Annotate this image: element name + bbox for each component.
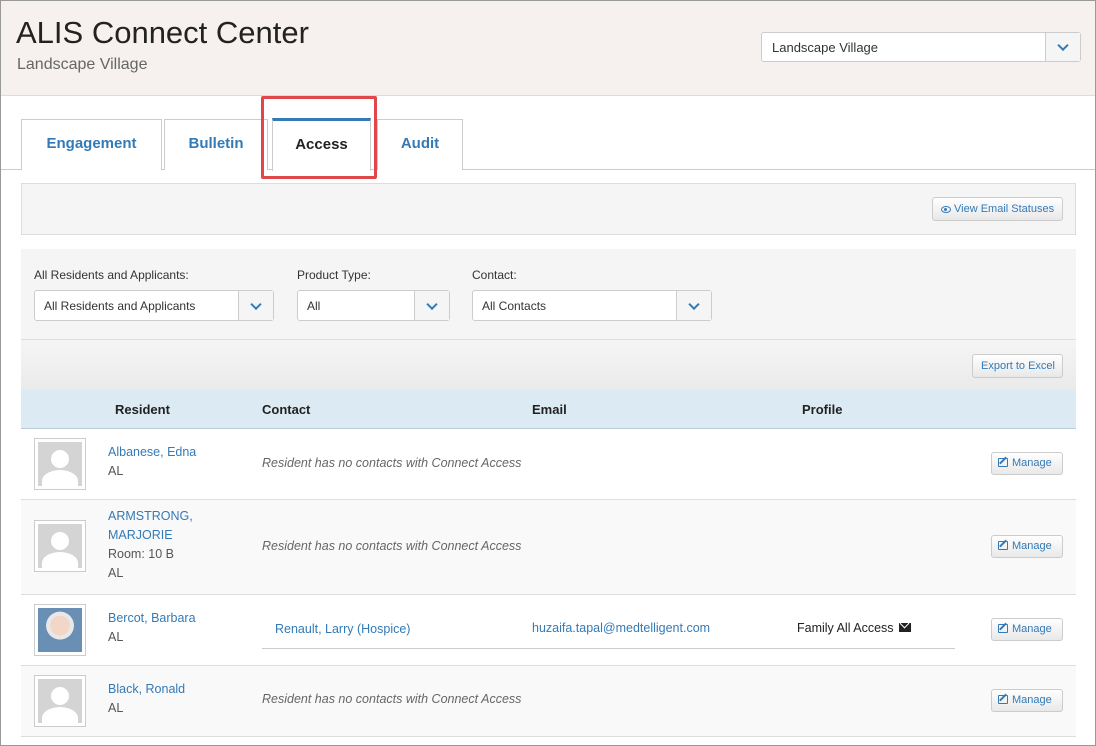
residents-filter-value: All Residents and Applicants (44, 299, 196, 313)
app-title: ALIS Connect Center (16, 15, 309, 50)
chevron-down-icon (688, 298, 700, 310)
no-contacts-message: Resident has no contacts with Connect Ac… (262, 539, 522, 553)
contact-email-link[interactable]: huzaifa.tapal@medtelligent.com (532, 621, 710, 635)
table-row: ARMSTRONG, MARJORIE Room: 10 B AL Reside… (21, 500, 1076, 595)
resident-name-link[interactable]: Bercot, Barbara (108, 609, 196, 628)
eye-icon (941, 206, 951, 213)
residents-filter-select[interactable]: All Residents and Applicants (34, 290, 274, 321)
column-header-email: Email (532, 402, 567, 417)
column-header-contact: Contact (262, 402, 311, 417)
no-contacts-message: Resident has no contacts with Connect Ac… (262, 456, 522, 470)
envelope-icon[interactable] (898, 623, 911, 632)
contact-filter-label: Contact: (472, 268, 517, 282)
avatar (34, 520, 86, 572)
tab-bulletin[interactable]: Bulletin (164, 119, 268, 170)
export-bar: Export to Excel (21, 339, 1076, 391)
resident-name-line: ARMSTRONG, (108, 509, 193, 523)
page-header: ALIS Connect Center Landscape Village La… (1, 1, 1095, 96)
contact-dropdown-button[interactable] (676, 291, 711, 320)
product-type-filter-select[interactable]: All (297, 290, 450, 321)
chevron-down-icon (1057, 39, 1069, 52)
resident-product-type: AL (108, 464, 124, 478)
edit-icon (998, 695, 1008, 704)
manage-label: Manage (1012, 623, 1052, 635)
avatar (34, 604, 86, 656)
resident-product-type: AL (108, 566, 124, 580)
resident-room: Room: 10 B (108, 547, 175, 561)
view-email-statuses-button[interactable]: View Email Statuses (932, 197, 1063, 221)
export-to-excel-button[interactable]: Export to Excel (972, 354, 1063, 378)
table-row: Bercot, Barbara AL Renault, Larry (Hospi… (21, 595, 1076, 666)
app-subtitle: Landscape Village (17, 56, 148, 73)
column-header-profile: Profile (802, 402, 843, 417)
email-status-bar: View Email Statuses (21, 183, 1076, 235)
table-row: Albanese, Edna AL Resident has no contac… (21, 429, 1076, 500)
edit-icon (998, 624, 1008, 633)
chevron-down-icon (250, 298, 262, 310)
facility-dropdown-button[interactable] (1045, 33, 1080, 61)
resident-name-link[interactable]: Black, Ronald (108, 680, 185, 699)
table-row: Black, Ronald AL Resident has no contact… (21, 666, 1076, 737)
avatar (34, 438, 86, 490)
manage-button[interactable]: Manage (991, 689, 1063, 712)
resident-name-link[interactable]: Albanese, Edna (108, 443, 196, 462)
contact-filter-select[interactable]: All Contacts (472, 290, 712, 321)
contact-divider (262, 648, 955, 649)
residents-dropdown-button[interactable] (238, 291, 273, 320)
facility-select[interactable]: Landscape Village (761, 32, 1081, 62)
avatar (34, 675, 86, 727)
tab-bar: Engagement Bulletin Access Audit (1, 96, 1095, 171)
contact-filter-value: All Contacts (482, 299, 547, 313)
profile-label: Family All Access (797, 621, 894, 635)
product-type-filter-label: Product Type: (297, 268, 371, 282)
default-avatar-icon (38, 679, 82, 723)
manage-label: Manage (1012, 694, 1052, 706)
edit-icon (998, 541, 1008, 550)
contact-name-link[interactable]: Renault, Larry (Hospice) (275, 622, 410, 636)
edit-icon (998, 458, 1008, 467)
manage-button[interactable]: Manage (991, 452, 1063, 475)
contact-profile: Family All Access (797, 621, 911, 635)
resident-product-type: AL (108, 701, 124, 715)
tab-audit[interactable]: Audit (377, 119, 463, 170)
manage-label: Manage (1012, 540, 1052, 552)
view-email-statuses-label: View Email Statuses (954, 203, 1055, 215)
filter-panel: All Residents and Applicants: All Reside… (21, 249, 1076, 339)
resident-photo (38, 608, 82, 652)
residents-filter-label: All Residents and Applicants: (34, 268, 189, 282)
manage-label: Manage (1012, 457, 1052, 469)
facility-select-value: Landscape Village (772, 40, 879, 55)
tab-access[interactable]: Access (272, 118, 371, 171)
default-avatar-icon (38, 524, 82, 568)
column-header-resident: Resident (115, 402, 170, 417)
resident-name-link[interactable]: ARMSTRONG, MARJORIE (108, 507, 193, 545)
chevron-down-icon (426, 298, 438, 310)
default-avatar-icon (38, 442, 82, 486)
manage-button[interactable]: Manage (991, 618, 1063, 641)
table-header: Resident Contact Email Profile (21, 390, 1076, 429)
resident-product-type: AL (108, 630, 124, 644)
resident-name-line: MARJORIE (108, 528, 173, 542)
no-contacts-message: Resident has no contacts with Connect Ac… (262, 692, 522, 706)
product-type-filter-value: All (307, 299, 321, 313)
tab-engagement[interactable]: Engagement (21, 119, 162, 170)
product-type-dropdown-button[interactable] (414, 291, 449, 320)
manage-button[interactable]: Manage (991, 535, 1063, 558)
